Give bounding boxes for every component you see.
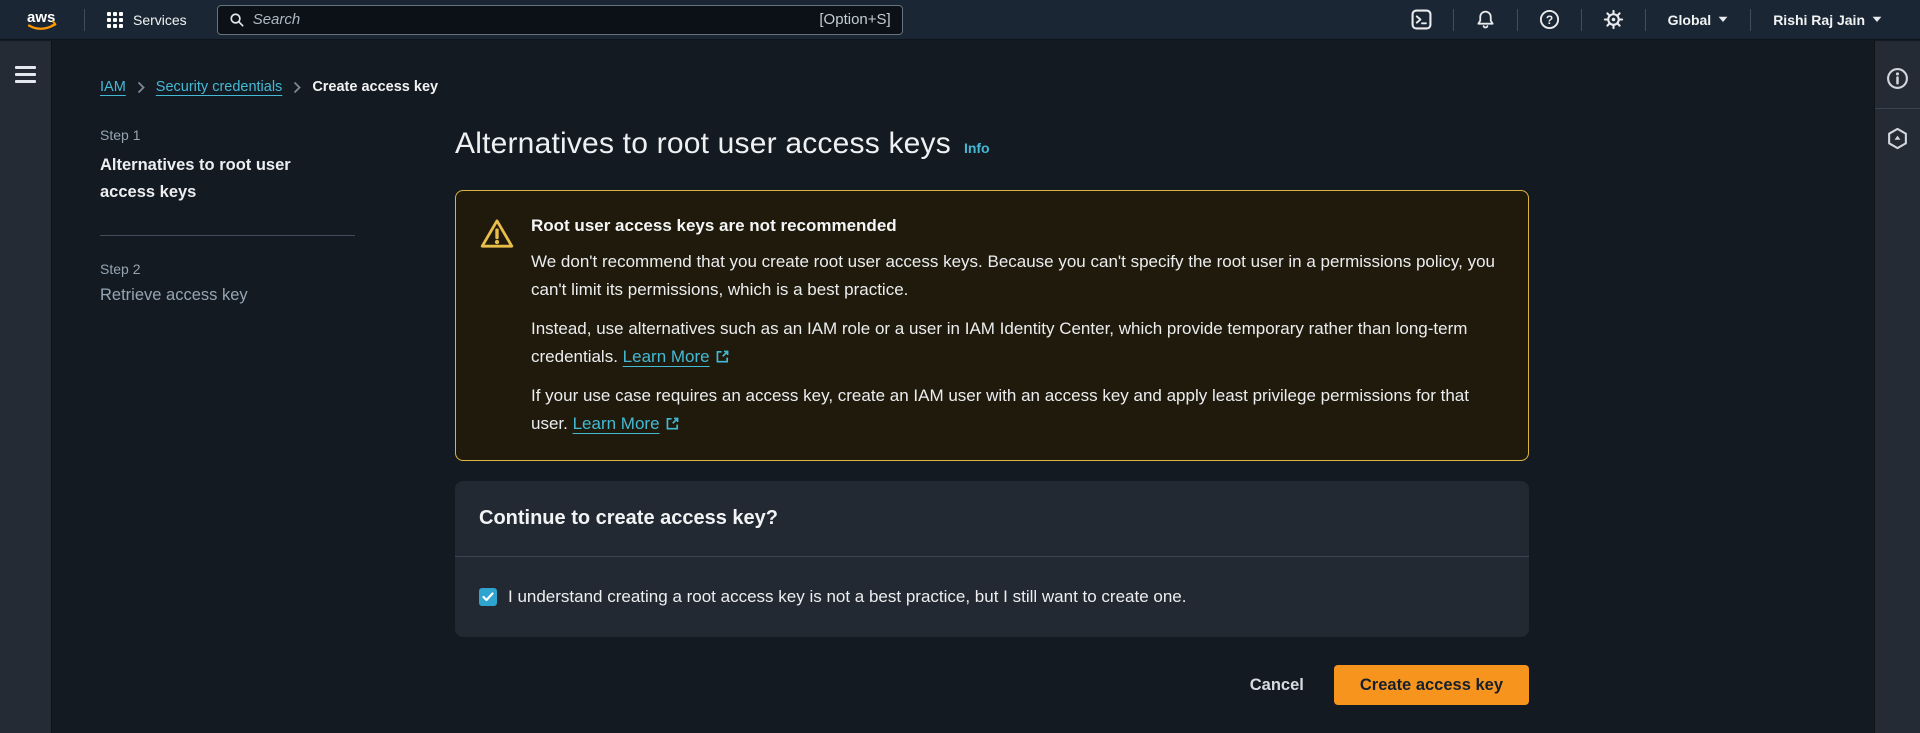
- nav-divider: [84, 9, 85, 31]
- warning-alert: Root user access keys are not recommende…: [455, 190, 1529, 461]
- breadcrumb-link-iam[interactable]: IAM: [100, 79, 126, 95]
- breadcrumb-chevron-icon: [137, 81, 145, 94]
- acknowledge-checkbox-label: I understand creating a root access key …: [508, 587, 1186, 607]
- aws-logo[interactable]: aws: [16, 7, 72, 33]
- search-input[interactable]: [253, 11, 811, 28]
- learn-more-link-2[interactable]: Learn More: [573, 414, 680, 433]
- cloudshell-button[interactable]: [1390, 0, 1453, 40]
- info-panel-button[interactable]: [1875, 61, 1920, 96]
- breadcrumb-current: Create access key: [312, 79, 438, 95]
- check-icon: [482, 592, 494, 602]
- learn-more-link-1[interactable]: Learn More: [623, 347, 730, 366]
- global-search-box[interactable]: [Option+S]: [217, 5, 903, 35]
- acknowledge-checkbox-row[interactable]: I understand creating a root access key …: [479, 587, 1505, 607]
- services-menu-button[interactable]: Services: [97, 0, 197, 40]
- left-navigation-rail: [0, 41, 52, 733]
- search-shortcut-hint: [Option+S]: [819, 11, 890, 28]
- alert-paragraph-2: Instead, use alternatives such as an IAM…: [531, 315, 1504, 371]
- acknowledge-checkbox[interactable]: [479, 588, 497, 606]
- account-menu[interactable]: Rishi Raj Jain: [1751, 0, 1904, 40]
- right-tools-rail: [1874, 41, 1920, 733]
- hamburger-menu-icon[interactable]: [15, 66, 36, 83]
- aws-logo-icon: aws: [24, 7, 64, 33]
- step1-title: Alternatives to root user access keys: [100, 152, 315, 206]
- services-grid-icon: [107, 12, 123, 28]
- step1-label: Step 1: [100, 127, 355, 143]
- rail-divider: [1875, 108, 1920, 109]
- form-actions: Cancel Create access key: [455, 665, 1529, 705]
- search-icon: [229, 12, 244, 27]
- help-icon: ?: [1539, 9, 1560, 30]
- cloudshell-icon: [1411, 9, 1432, 30]
- create-access-key-button[interactable]: Create access key: [1334, 665, 1529, 705]
- step2-label: Step 2: [100, 261, 355, 277]
- external-link-icon: [665, 416, 680, 431]
- continue-card: Continue to create access key? I underst…: [455, 481, 1529, 637]
- top-navigation-bar: aws Services [Option+S]: [0, 0, 1920, 40]
- card-title: Continue to create access key?: [479, 507, 1505, 530]
- external-link-icon: [715, 349, 730, 364]
- learn-more-label: Learn More: [623, 347, 710, 366]
- settings-button[interactable]: [1582, 0, 1645, 40]
- main-content: IAM Security credentials Create access k…: [52, 41, 1874, 733]
- breadcrumb-link-security-credentials[interactable]: Security credentials: [156, 79, 283, 95]
- alert-paragraph-3: If your use case requires an access key,…: [531, 382, 1504, 438]
- services-label: Services: [133, 12, 187, 28]
- learn-more-label: Learn More: [573, 414, 660, 433]
- alert-title: Root user access keys are not recommende…: [531, 216, 1504, 236]
- caret-down-icon: [1718, 16, 1728, 23]
- info-circle-icon: [1886, 67, 1909, 90]
- svg-text:?: ?: [1545, 13, 1552, 27]
- step2-title: Retrieve access key: [100, 286, 355, 305]
- caret-down-icon: [1872, 16, 1882, 23]
- region-label: Global: [1668, 12, 1712, 28]
- help-button[interactable]: ?: [1518, 0, 1581, 40]
- hexagon-icon: [1886, 127, 1909, 150]
- cancel-button[interactable]: Cancel: [1250, 676, 1304, 695]
- nav-utilities: ? Global Rishi Raj Jain: [1390, 0, 1904, 40]
- region-selector[interactable]: Global: [1646, 0, 1751, 40]
- user-name-label: Rishi Raj Jain: [1773, 12, 1865, 28]
- notifications-button[interactable]: [1454, 0, 1517, 40]
- info-link[interactable]: Info: [964, 140, 990, 156]
- wizard-steps-nav: Step 1 Alternatives to root user access …: [100, 127, 355, 705]
- alert-paragraph-1: We don't recommend that you create root …: [531, 248, 1504, 304]
- breadcrumb: IAM Security credentials Create access k…: [100, 79, 1874, 95]
- page-title: Alternatives to root user access keys: [455, 127, 951, 161]
- bell-icon: [1475, 9, 1496, 30]
- breadcrumb-chevron-icon: [293, 81, 301, 94]
- svg-text:aws: aws: [27, 9, 55, 26]
- warning-icon: [480, 218, 514, 249]
- gear-icon: [1603, 9, 1624, 30]
- steps-divider: [100, 235, 355, 236]
- resources-panel-button[interactable]: [1875, 121, 1920, 156]
